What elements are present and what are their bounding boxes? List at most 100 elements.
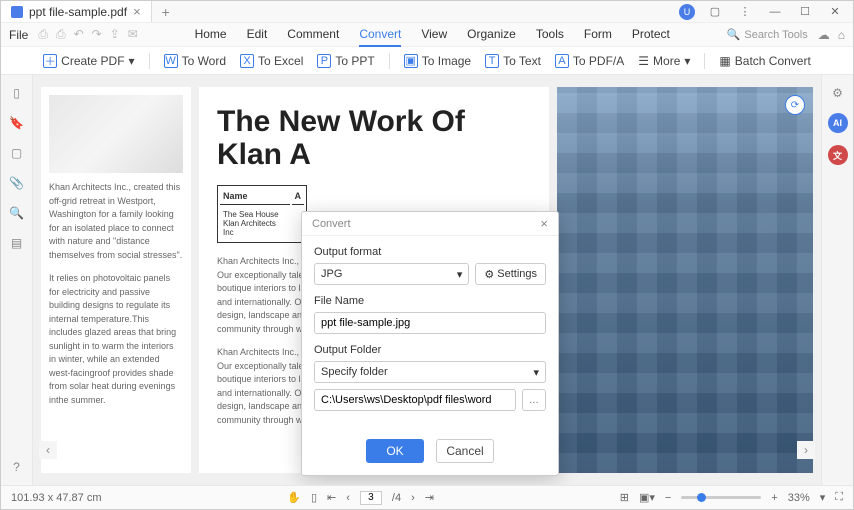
statusbar: 101.93 x 47.87 cm ✋ ▯ ⇤ ‹ /4 › ⇥ ⊞ ▣▾ − … (1, 485, 853, 509)
close-window-button[interactable]: ✕ (825, 4, 845, 20)
save-icon[interactable]: ⎙ (38, 27, 48, 42)
close-tab-icon[interactable]: × (133, 4, 141, 19)
thumbnails-icon[interactable]: ▯ (9, 85, 25, 101)
ppt-icon: P (317, 54, 331, 68)
mail-icon[interactable]: ✉ (128, 27, 138, 42)
home-icon[interactable]: ⌂ (838, 28, 845, 42)
zoom-in-button[interactable]: + (771, 492, 777, 504)
dialog-titlebar: Convert × (302, 212, 558, 236)
output-format-select[interactable]: JPG ▾ (314, 263, 469, 285)
redo-icon[interactable]: ↷ (92, 27, 102, 42)
sliders-icon[interactable]: ⚙ (830, 85, 846, 101)
file-menu[interactable]: File (9, 28, 28, 42)
batch-icon: ▦ (719, 54, 730, 68)
convert-dialog: Convert × Output format JPG ▾ ⚙ Settings… (301, 211, 559, 476)
menu-tab-view[interactable]: View (421, 23, 447, 47)
convert-toolbar: ＋Create PDF▾ WTo Word XTo Excel PTo PPT … (1, 47, 853, 75)
select-tool-icon[interactable]: ▯ (311, 491, 317, 504)
gear-icon: ⚙ (484, 268, 494, 281)
undo-icon[interactable]: ↶ (74, 27, 84, 42)
chevron-down-icon: ▾ (684, 54, 690, 68)
browse-folder-button[interactable]: … (522, 389, 546, 411)
translate-icon[interactable]: 文 (828, 145, 848, 165)
ai-button[interactable]: AI (828, 113, 848, 133)
hand-tool-icon[interactable]: ✋ (287, 491, 301, 504)
bookmarks-icon[interactable]: 🔖 (9, 115, 25, 131)
create-pdf-button[interactable]: ＋Create PDF▾ (43, 54, 134, 68)
filename-input[interactable] (314, 312, 546, 334)
chevron-down-icon: ▾ (457, 268, 463, 281)
to-word-button[interactable]: WTo Word (164, 54, 226, 68)
to-image-button[interactable]: ▣To Image (404, 54, 471, 68)
print-icon[interactable]: ⎙ (56, 27, 66, 42)
to-pdfa-button[interactable]: ATo PDF/A (555, 54, 624, 68)
search-tools[interactable]: 🔍 Search Tools (727, 28, 808, 41)
folder-path-input[interactable] (314, 389, 516, 411)
zoom-slider[interactable] (681, 496, 761, 499)
cloud-icon[interactable]: ☁ (818, 28, 830, 42)
search-placeholder: Search Tools (744, 29, 807, 41)
pdfa-icon: A (555, 54, 569, 68)
new-tab-button[interactable]: + (152, 4, 180, 20)
ok-button[interactable]: OK (366, 439, 424, 463)
chat-icon[interactable]: ▢ (705, 4, 725, 20)
menu-tab-convert[interactable]: Convert (359, 23, 401, 47)
attachments-icon[interactable]: 📎 (9, 175, 25, 191)
fit-width-icon[interactable]: ⊞ (620, 491, 629, 504)
page-left: Khan Architects Inc., created this off-g… (41, 87, 191, 473)
menu-tab-edit[interactable]: Edit (247, 23, 268, 47)
to-text-button[interactable]: TTo Text (485, 54, 541, 68)
last-page-button[interactable]: ⇥ (425, 491, 434, 504)
left-paragraph-2: It relies on photovoltaic panels for ele… (49, 272, 183, 407)
folder-mode-select[interactable]: Specify folder ▾ (314, 361, 546, 383)
menu-tab-form[interactable]: Form (584, 23, 612, 47)
stamp-icon[interactable]: ▢ (9, 145, 25, 161)
menu-tab-comment[interactable]: Comment (287, 23, 339, 47)
batch-convert-button[interactable]: ▦Batch Convert (719, 54, 810, 68)
menu-tab-protect[interactable]: Protect (632, 23, 670, 47)
search-panel-icon[interactable]: 🔍 (9, 205, 25, 221)
settings-button[interactable]: ⚙ Settings (475, 263, 546, 285)
share-icon[interactable]: ⇪ (110, 27, 120, 42)
folder-mode-value: Specify folder (321, 366, 388, 378)
fields-icon[interactable]: ▤ (9, 235, 25, 251)
chevron-down-icon: ▾ (533, 366, 539, 379)
fullscreen-icon[interactable]: ⛶ (835, 491, 843, 504)
convert-badge-icon[interactable]: ⟳ (785, 95, 805, 115)
more-button[interactable]: ☰More▾ (638, 54, 690, 68)
menu-tab-organize[interactable]: Organize (467, 23, 516, 47)
to-excel-button[interactable]: XTo Excel (240, 54, 303, 68)
dialog-close-icon[interactable]: × (540, 216, 548, 231)
excel-icon: X (240, 54, 254, 68)
chevron-down-icon[interactable]: ▾ (820, 491, 826, 504)
fit-page-icon[interactable]: ▣▾ (639, 491, 655, 504)
left-paragraph-1: Khan Architects Inc., created this off-g… (49, 181, 183, 262)
tab-filename: ppt file-sample.pdf (29, 5, 127, 19)
cancel-button[interactable]: Cancel (436, 439, 494, 463)
overflow-menu-icon[interactable]: ⋮ (735, 4, 755, 20)
help-icon[interactable]: ? (9, 459, 25, 475)
next-page-nav[interactable]: › (797, 441, 815, 459)
search-icon: 🔍 (727, 28, 741, 41)
zoom-out-button[interactable]: − (665, 492, 671, 504)
avatar[interactable]: U (679, 4, 695, 20)
to-ppt-button[interactable]: PTo PPT (317, 54, 374, 68)
first-page-button[interactable]: ⇤ (327, 491, 336, 504)
prev-page-button[interactable]: ‹ (346, 492, 350, 504)
pdf-icon (11, 6, 23, 18)
prev-page-nav[interactable]: ‹ (39, 441, 57, 459)
table-header-2: A (292, 188, 305, 205)
document-tab[interactable]: ppt file-sample.pdf × (1, 1, 152, 22)
chevron-down-icon: ▾ (129, 54, 135, 68)
page-number-input[interactable] (360, 491, 382, 505)
next-page-button[interactable]: › (411, 492, 415, 504)
menu-tab-tools[interactable]: Tools (536, 23, 564, 47)
filename-label: File Name (314, 295, 546, 307)
image-icon: ▣ (404, 54, 418, 68)
page-total: /4 (392, 492, 401, 504)
maximize-button[interactable]: ☐ (795, 4, 815, 20)
text-icon: T (485, 54, 499, 68)
menu-tab-home[interactable]: Home (195, 23, 227, 47)
minimize-button[interactable]: — (765, 4, 785, 20)
page-dimensions: 101.93 x 47.87 cm (11, 492, 102, 504)
